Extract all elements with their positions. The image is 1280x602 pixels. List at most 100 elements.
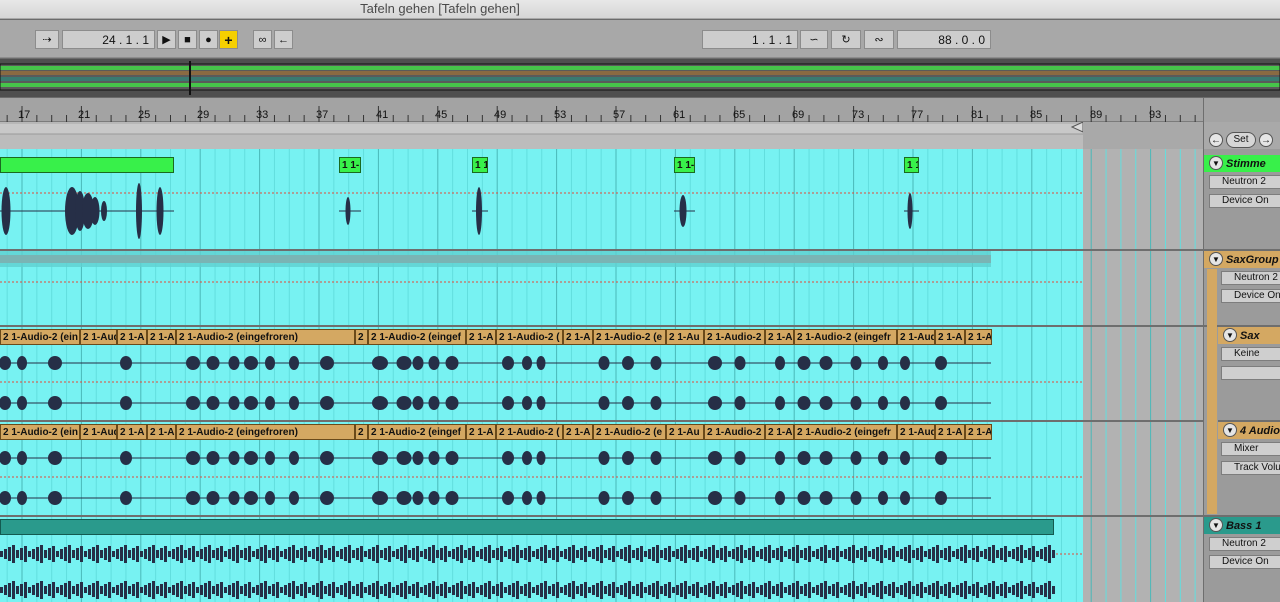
audio-clip[interactable]: 2 1-A [117, 424, 147, 440]
stop-icon[interactable]: ■ [178, 30, 197, 49]
audio-clip[interactable]: 2 1-A [935, 424, 965, 440]
audio-clip[interactable]: 2 1-A [117, 329, 147, 345]
track-name[interactable]: Bass 1 [1204, 517, 1280, 534]
audio-clip[interactable]: 2 1-Audio-2 (eingefroren) [176, 329, 355, 345]
parameter-chooser[interactable]: Device On [1221, 289, 1280, 303]
punch-in-icon[interactable]: ∽ [800, 30, 828, 49]
punch-out-icon[interactable]: ∾ [864, 30, 894, 49]
track-lane-4-audio[interactable]: 2 1-Audio-2 (ein 2 1-Aud 2 1-A 2 1-A 2 1-Aud… [0, 422, 1203, 515]
arrangement-overview[interactable] [0, 59, 1280, 97]
audio-clip[interactable]: 2 1-A [965, 329, 992, 345]
audio-clip[interactable]: 2 [355, 424, 368, 440]
audio-clip[interactable]: 2 1-Audio-2 (ein [0, 329, 80, 345]
audio-clip[interactable]: 2 1-A [965, 424, 992, 440]
device-chooser[interactable]: Neutron 2 [1209, 175, 1280, 189]
audio-clip[interactable]: 2 [355, 329, 368, 345]
set-locator-button[interactable]: Set [1226, 132, 1256, 148]
bar-number-label: 61 [673, 109, 685, 121]
audio-clip[interactable] [0, 519, 1054, 535]
audio-clip[interactable]: 2 1-Audio-2 [704, 329, 765, 345]
audio-clip[interactable]: 2 1-Audio-2 (e [593, 424, 666, 440]
audio-clip[interactable]: 2 1-Aud [897, 424, 935, 440]
play-icon[interactable]: ▶ [157, 30, 176, 49]
audio-clip[interactable]: 2 1-Audio-2 (ein [0, 424, 80, 440]
bar-number-label: 93 [1149, 109, 1161, 121]
audio-clip[interactable] [0, 157, 174, 173]
track-name[interactable]: Stimme [1204, 155, 1280, 172]
audio-clip[interactable]: 2 1-A [765, 329, 794, 345]
window-titlebar: Tafeln gehen [Tafeln gehen] [0, 0, 1280, 19]
parameter-chooser[interactable]: Device On [1209, 555, 1280, 569]
audio-clip[interactable]: 1 1 [472, 157, 488, 173]
track-name[interactable]: SaxGroup [1204, 251, 1280, 268]
next-locator-icon[interactable]: → [1259, 133, 1273, 147]
track-header-4-audio[interactable]: ▼ 4 Audio Mixer Track Volume [1218, 422, 1280, 515]
bar-number-label: 85 [1030, 109, 1042, 121]
audio-clip[interactable]: 2 1-Audio-2 (eingefroren) [176, 424, 355, 440]
beat-time-ruler[interactable]: 17 21 25 29 33 37 41 45 49 53 57 61 65 69 73 77 81 85 89 93 [0, 98, 1203, 122]
audio-clip[interactable]: 2 1-A [765, 424, 794, 440]
parameter-chooser[interactable]: Device On [1209, 194, 1280, 208]
audio-clip[interactable]: 2 1-Audio-2 (eingefr [794, 424, 897, 440]
track-lane-saxgroup[interactable] [0, 251, 1203, 325]
track-header-stimme[interactable]: ▼ Stimme Neutron 2 Device On [1204, 149, 1280, 249]
loop-icon[interactable]: ↻ [831, 30, 861, 49]
audio-clip[interactable]: 1 1- [674, 157, 695, 173]
bar-number-label: 21 [78, 109, 90, 121]
parameter-chooser[interactable] [1221, 366, 1280, 380]
audio-clip[interactable]: 2 1-Au [666, 329, 704, 345]
audio-clip[interactable]: 2 1-Audio-2 ( [496, 329, 563, 345]
bar-number-label: 53 [554, 109, 566, 121]
track-header-sax[interactable]: ▼ Sax Keine [1218, 327, 1280, 420]
follow-arrow-icon[interactable]: ⇢ [35, 30, 59, 49]
audio-clip[interactable]: 2 1-Audio-2 [704, 424, 765, 440]
track-header-bass-1[interactable]: ▼ Bass 1 Neutron 2 Device On [1204, 517, 1280, 602]
arrangement-position-field[interactable]: 24 . 1 . 1 [62, 30, 155, 49]
loop-locator-bar[interactable] [0, 122, 1203, 149]
bar-number-label: 57 [613, 109, 625, 121]
transport-bar: ⇢ 24 . 1 . 1 ▶ ■ ● + ∞ ← 1 . 1 . 1 ∽ ↻ ∾… [0, 20, 1280, 58]
bar-number-label: 41 [376, 109, 388, 121]
loop-length-field[interactable]: 88 . 0 . 0 [897, 30, 991, 49]
audio-clip[interactable]: 2 1-Aud [80, 424, 117, 440]
audio-clip[interactable]: 2 1-A [563, 329, 593, 345]
loop-start-field[interactable]: 1 . 1 . 1 [702, 30, 798, 49]
device-chooser[interactable]: Neutron 2 [1209, 537, 1280, 551]
bar-number-label: 81 [971, 109, 983, 121]
audio-clip[interactable]: 2 1-A [563, 424, 593, 440]
audio-clip[interactable]: 2 1-Aud [897, 329, 935, 345]
audio-clip[interactable]: 2 1-Au [666, 424, 704, 440]
back-to-arrangement-icon[interactable]: ← [274, 30, 293, 49]
track-lane-sax[interactable]: 2 1-Audio-2 (ein 2 1-Aud 2 1-A 2 1-A 2 1-Aud… [0, 327, 1203, 420]
audio-clip[interactable]: 2 1-A [466, 424, 496, 440]
audio-clip[interactable]: 1 1- [339, 157, 361, 173]
audio-clip[interactable]: 2 1-Audio-2 (eingefr [794, 329, 897, 345]
audio-clip[interactable]: 2 1-Audio-2 (eingef [368, 329, 466, 345]
track-name[interactable]: 4 Audio [1218, 422, 1280, 439]
audio-clip[interactable]: 2 1-A [147, 329, 176, 345]
bar-number-label: 49 [494, 109, 506, 121]
device-chooser[interactable]: Neutron 2 [1221, 271, 1280, 285]
audio-clip[interactable]: 2 1-Audio-2 (e [593, 329, 666, 345]
audio-clip[interactable]: 2 1-A [466, 329, 496, 345]
plus-icon[interactable]: + [219, 30, 238, 49]
bar-number-label: 77 [911, 109, 923, 121]
audio-clip[interactable]: 1 1 [904, 157, 919, 173]
audio-clip[interactable]: 2 1-A [935, 329, 965, 345]
automation-arm-icon[interactable]: ∞ [253, 30, 272, 49]
device-chooser[interactable]: Mixer [1221, 442, 1280, 456]
device-chooser[interactable]: Keine [1221, 347, 1280, 361]
audio-clip[interactable]: 2 1-Aud [80, 329, 117, 345]
previous-locator-icon[interactable]: ← [1209, 133, 1223, 147]
track-name[interactable]: Sax [1218, 327, 1280, 344]
bar-number-label: 25 [138, 109, 150, 121]
track-lane-bass-1[interactable] [0, 517, 1203, 602]
parameter-chooser[interactable]: Track Volume [1221, 461, 1280, 475]
track-lane-stimme[interactable]: 1 1- 1 1 1 1- 1 1 [0, 149, 1203, 249]
audio-clip[interactable]: 2 1-Audio-2 ( [496, 424, 563, 440]
audio-clip[interactable]: 2 1-Audio-2 (eingef [368, 424, 466, 440]
bar-number-label: 17 [18, 109, 30, 121]
record-icon[interactable]: ● [199, 30, 218, 49]
audio-clip[interactable]: 2 1-A [147, 424, 176, 440]
arrangement-view: 1 1- 1 1 1 1- 1 1 2 1-Au [0, 149, 1203, 602]
